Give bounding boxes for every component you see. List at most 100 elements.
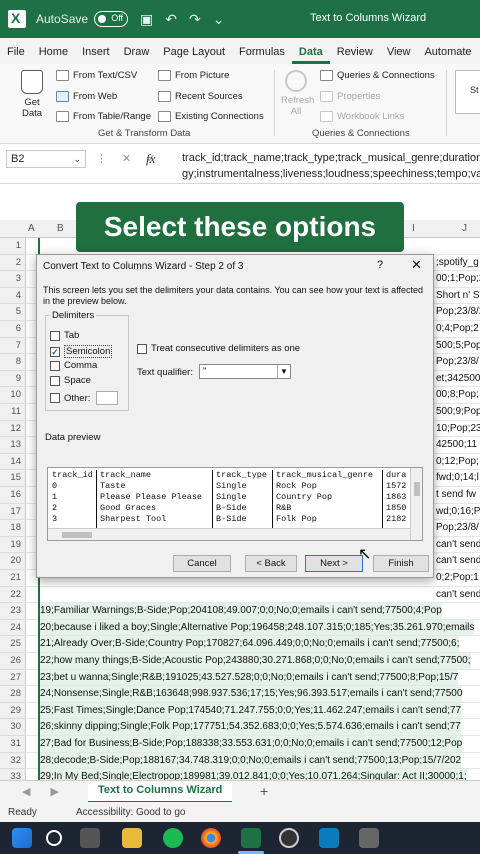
cell-overflow[interactable]: can't send [436, 537, 480, 553]
recent-sources-button[interactable]: Recent Sources [158, 91, 243, 102]
from-web-button[interactable]: From Web [56, 91, 117, 102]
tab-formulas[interactable]: Formulas [232, 46, 292, 64]
formula-input[interactable]: track_id;track_name;track_type;track_mus… [182, 150, 480, 182]
row-header[interactable]: 10 [0, 387, 26, 404]
get-data-button[interactable]: Get Data [14, 70, 50, 119]
cell-overflow[interactable]: 10;Pop;23 [436, 421, 480, 437]
cell-overflow[interactable]: 0;12;Pop; [436, 454, 479, 470]
redo-icon[interactable]: ↷ [189, 11, 201, 28]
row-header[interactable]: 6 [0, 321, 26, 338]
save-icon[interactable]: ▣ [140, 11, 153, 28]
cell-overflow[interactable]: 0;2;Pop;1 [436, 570, 479, 586]
search-icon[interactable] [46, 830, 62, 846]
cell-overflow[interactable]: 00;8;Pop; [436, 387, 479, 403]
sheet-nav-arrows-icon[interactable]: ◀▶ [22, 785, 79, 798]
cell-b[interactable]: 24;Nonsense;Single;R&B;163648;998.937.53… [38, 686, 463, 702]
finish-button[interactable]: Finish [373, 555, 429, 572]
from-table-range-button[interactable]: From Table/Range [56, 111, 151, 122]
row-header[interactable]: 3 [0, 271, 26, 288]
row-header[interactable]: 19 [0, 537, 26, 554]
row-header[interactable]: 33 [0, 769, 26, 780]
semicolon-checkbox[interactable]: ✓ Semicolon [50, 345, 113, 358]
row-header[interactable]: 29 [0, 703, 26, 720]
row-header[interactable]: 15 [0, 470, 26, 487]
row-header[interactable]: 24 [0, 620, 26, 637]
vertical-scrollbar[interactable] [410, 468, 422, 540]
row-header[interactable]: 25 [0, 636, 26, 653]
horizontal-scrollbar[interactable] [48, 528, 410, 540]
row-header[interactable]: 13 [0, 437, 26, 454]
column-header[interactable]: A [28, 223, 35, 234]
space-checkbox[interactable]: Space [50, 375, 91, 386]
customize-toolbar-icon[interactable]: ⌄ [213, 11, 225, 28]
row-header[interactable]: 28 [0, 686, 26, 703]
tab-view[interactable]: View [380, 46, 418, 64]
cell-overflow[interactable]: Pop;23/8/ [436, 354, 479, 370]
cell-overflow[interactable]: wd;0;16;Po [436, 504, 480, 520]
from-picture-button[interactable]: From Picture [158, 70, 229, 81]
tab-review[interactable]: Review [330, 46, 380, 64]
cell-b[interactable]: 29;In My Bed;Single;Electropop;189981;39… [38, 769, 467, 780]
row-header[interactable]: 23 [0, 603, 26, 620]
row-header[interactable]: 5 [0, 304, 26, 321]
close-icon[interactable]: ✕ [411, 257, 422, 273]
row-header[interactable]: 26 [0, 653, 26, 670]
workbook-links-button[interactable]: Workbook Links [320, 111, 404, 122]
row-header[interactable]: 22 [0, 587, 26, 604]
cell-b[interactable]: 28;decode;B-Side;Pop;188167;34.748.319;0… [38, 752, 462, 769]
row-header[interactable]: 32 [0, 753, 26, 770]
cell-b[interactable]: 19;Familiar Warnings;B-Side;Pop;204108;4… [38, 603, 442, 619]
row-header[interactable]: 2 [0, 255, 26, 272]
row-header[interactable]: 4 [0, 288, 26, 305]
cell-b[interactable]: 21;Already Over;B-Side;Country Pop;17082… [38, 636, 460, 653]
row-header[interactable]: 8 [0, 354, 26, 371]
cell-overflow[interactable]: 00;1;Pop;2 [436, 271, 480, 287]
windows-start-icon[interactable] [12, 828, 32, 848]
file-explorer-icon[interactable] [122, 828, 142, 848]
scroll-thumb[interactable] [62, 532, 92, 538]
row-header[interactable]: 12 [0, 421, 26, 438]
cell-overflow[interactable]: fwd;0;14;l [436, 470, 479, 486]
row-header[interactable]: 16 [0, 487, 26, 504]
tab-file[interactable]: File [0, 46, 32, 64]
cell-overflow[interactable]: t send fw [436, 487, 476, 503]
cell-overflow[interactable]: ;spotify_g [436, 255, 479, 271]
tab-automate[interactable]: Automate [417, 46, 478, 64]
row-header[interactable]: 20 [0, 553, 26, 570]
tab-page-layout[interactable]: Page Layout [156, 46, 232, 64]
task-view-icon[interactable] [80, 828, 100, 848]
cell-b[interactable]: 23;bet u wanna;Single;R&B;191025;43.527.… [38, 669, 459, 686]
autosave-toggle[interactable]: Off [94, 11, 129, 27]
cancel-button[interactable]: Cancel [173, 555, 231, 572]
row-header[interactable]: 18 [0, 520, 26, 537]
clock-app-icon[interactable] [279, 828, 299, 848]
other-delimiter-input[interactable] [96, 391, 119, 405]
tab-home[interactable]: Home [32, 46, 75, 64]
row-header[interactable]: 30 [0, 719, 26, 736]
cell-b[interactable]: 26;skinny dipping;Single;Folk Pop;177751… [38, 719, 461, 736]
cell-overflow[interactable]: 500;9;Pop [436, 404, 480, 420]
cell-overflow[interactable]: can't send; [436, 553, 480, 569]
row-header[interactable]: 27 [0, 670, 26, 687]
spotify-icon[interactable] [163, 828, 183, 848]
tab-insert[interactable]: Insert [75, 46, 117, 64]
properties-button[interactable]: Properties [320, 91, 380, 102]
row-header[interactable]: 31 [0, 736, 26, 753]
row-header[interactable]: 17 [0, 504, 26, 521]
cell-overflow[interactable]: 42500;11 [436, 437, 477, 453]
column-break-line[interactable] [272, 470, 273, 530]
column-break-line[interactable] [382, 470, 383, 530]
function-icon[interactable]: fx [146, 151, 155, 167]
tab-draw[interactable]: Draw [117, 46, 157, 64]
cell-overflow[interactable]: Pop;23/8/20 [436, 304, 480, 320]
cell-b[interactable]: 20;because i liked a boy;Single;Alternat… [38, 619, 475, 636]
existing-connections-button[interactable]: Existing Connections [158, 111, 264, 122]
column-break-line[interactable] [96, 470, 97, 530]
stocks-button[interactable]: St [455, 70, 480, 114]
comma-checkbox[interactable]: Comma [50, 360, 97, 371]
queries-connections-button[interactable]: Queries & Connections [320, 70, 435, 81]
column-break-line[interactable] [212, 470, 213, 530]
chrome-icon[interactable] [201, 828, 221, 848]
row-header[interactable]: 9 [0, 371, 26, 388]
cell-b[interactable]: 22;how many things;B-Side;Acoustic Pop;2… [38, 653, 471, 669]
